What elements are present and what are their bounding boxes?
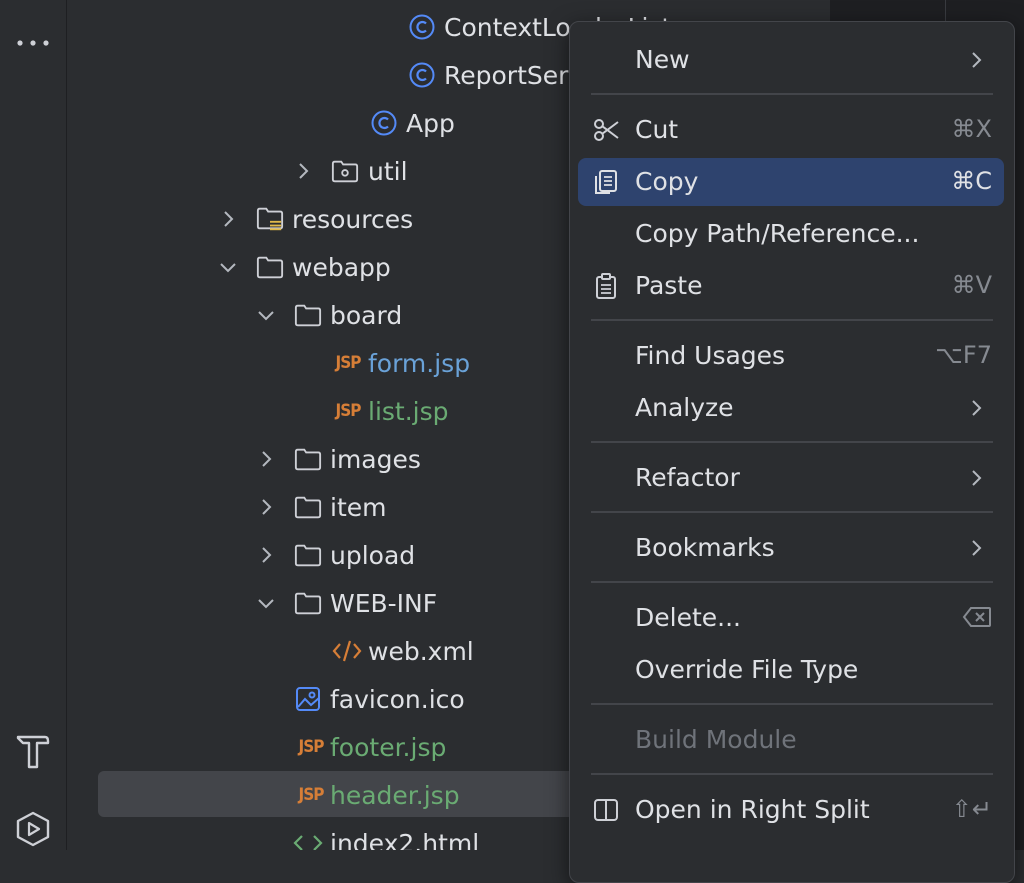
menu-item-shortcut: ⌘V <box>951 271 992 299</box>
menu-item-shortcut: ⌥F7 <box>935 341 992 369</box>
tool-window-strip <box>0 0 67 850</box>
menu-item-label: Refactor <box>635 463 740 492</box>
more-icon[interactable] <box>12 22 54 64</box>
tree-item-label: board <box>330 300 403 330</box>
menu-item-build-module: Build Module <box>578 716 1004 764</box>
chevron-right-icon <box>966 398 986 418</box>
menu-separator <box>591 773 993 775</box>
chevron-down-icon[interactable] <box>255 304 277 326</box>
chevron-right-icon[interactable] <box>255 544 277 566</box>
html-file-icon <box>292 829 324 850</box>
menu-item-shortcut: ⌘C <box>951 167 992 195</box>
image-file-icon <box>294 685 322 713</box>
tree-item-label: web.xml <box>368 636 474 666</box>
menu-item-bookmarks[interactable]: Bookmarks <box>578 524 1004 572</box>
tree-item-label: resources <box>292 204 414 234</box>
chevron-right-icon <box>966 538 986 558</box>
menu-item-refactor[interactable]: Refactor <box>578 454 1004 502</box>
jsp-file-icon: JSP <box>298 737 325 757</box>
tree-item-label: WEB-INF <box>330 588 438 618</box>
tree-item-label: upload <box>330 540 416 570</box>
folder-icon <box>294 445 322 473</box>
menu-item-label: New <box>635 45 690 74</box>
tree-item-label: favicon.ico <box>330 684 465 714</box>
menu-separator <box>591 511 993 513</box>
folder-icon <box>294 301 322 329</box>
menu-item-label: Paste <box>635 271 703 300</box>
chevron-down-icon[interactable] <box>217 256 239 278</box>
menu-item-label: Build Module <box>635 725 797 754</box>
menu-item-paste[interactable]: Paste ⌘V <box>578 262 1004 310</box>
folder-icon <box>294 493 322 521</box>
context-menu: New Cut ⌘X Copy ⌘C Copy Path/Reference..… <box>569 21 1015 883</box>
menu-separator <box>591 581 993 583</box>
menu-item-shortcut: ⌘X <box>951 115 992 143</box>
menu-item-new[interactable]: New <box>578 36 1004 84</box>
menu-separator <box>591 441 993 443</box>
menu-item-label: Open in Right Split <box>635 795 870 824</box>
folder-icon <box>294 541 322 569</box>
chevron-right-icon[interactable] <box>255 496 277 518</box>
menu-item-open-right-split[interactable]: Open in Right Split ⇧↵ <box>578 786 1004 834</box>
menu-item-analyze[interactable]: Analyze <box>578 384 1004 432</box>
menu-separator <box>591 319 993 321</box>
tree-item-label: index2.html <box>330 828 480 851</box>
menu-item-label: Copy Path/Reference... <box>635 219 920 248</box>
resources-folder-icon <box>256 205 284 233</box>
folder-icon <box>256 253 284 281</box>
tree-item-label: App <box>406 108 455 138</box>
tree-item-label: webapp <box>292 252 391 282</box>
xml-file-icon <box>331 637 363 665</box>
copy-icon <box>592 168 620 196</box>
menu-separator <box>591 703 993 705</box>
tree-item-label: form.jsp <box>368 348 471 378</box>
split-icon <box>592 796 620 824</box>
tree-item-label: list.jsp <box>368 396 449 426</box>
menu-item-copy-path[interactable]: Copy Path/Reference... <box>578 210 1004 258</box>
menu-item-label: Bookmarks <box>635 533 775 562</box>
tree-item-label: util <box>368 156 408 186</box>
class-icon <box>408 61 436 89</box>
menu-item-delete[interactable]: Delete... <box>578 594 1004 642</box>
scissors-icon <box>592 116 620 144</box>
tree-item-label: item <box>330 492 387 522</box>
menu-item-shortcut: ⇧↵ <box>951 795 992 823</box>
chevron-right-icon[interactable] <box>292 160 314 182</box>
class-icon <box>408 13 436 41</box>
menu-item-find-usages[interactable]: Find Usages ⌥F7 <box>578 332 1004 380</box>
menu-item-label: Override File Type <box>635 655 859 684</box>
chevron-right-icon <box>966 50 986 70</box>
services-icon[interactable] <box>12 808 54 850</box>
menu-item-cut[interactable]: Cut ⌘X <box>578 106 1004 154</box>
chevron-right-icon[interactable] <box>255 448 277 470</box>
menu-item-label: Delete... <box>635 603 741 632</box>
package-icon <box>331 157 359 185</box>
tree-item-label: header.jsp <box>330 780 460 810</box>
chevron-down-icon[interactable] <box>255 592 277 614</box>
menu-item-label: Copy <box>635 167 699 196</box>
backspace-icon <box>962 606 992 634</box>
tree-item-label: images <box>330 444 421 474</box>
jsp-file-icon: JSP <box>298 785 325 805</box>
menu-item-copy[interactable]: Copy ⌘C <box>578 158 1004 206</box>
chevron-right-icon[interactable] <box>217 208 239 230</box>
menu-item-label: Analyze <box>635 393 734 422</box>
class-icon <box>370 109 398 137</box>
clipboard-icon <box>592 272 620 300</box>
menu-item-override-file-type[interactable]: Override File Type <box>578 646 1004 694</box>
menu-separator <box>591 93 993 95</box>
menu-item-label: Cut <box>635 115 679 144</box>
build-hammer-icon[interactable] <box>12 729 54 771</box>
tree-item-label: footer.jsp <box>330 732 447 762</box>
jsp-file-icon: JSP <box>335 353 362 373</box>
menu-item-label: Find Usages <box>635 341 786 370</box>
jsp-file-icon: JSP <box>335 401 362 421</box>
folder-icon <box>294 589 322 617</box>
chevron-right-icon <box>966 468 986 488</box>
